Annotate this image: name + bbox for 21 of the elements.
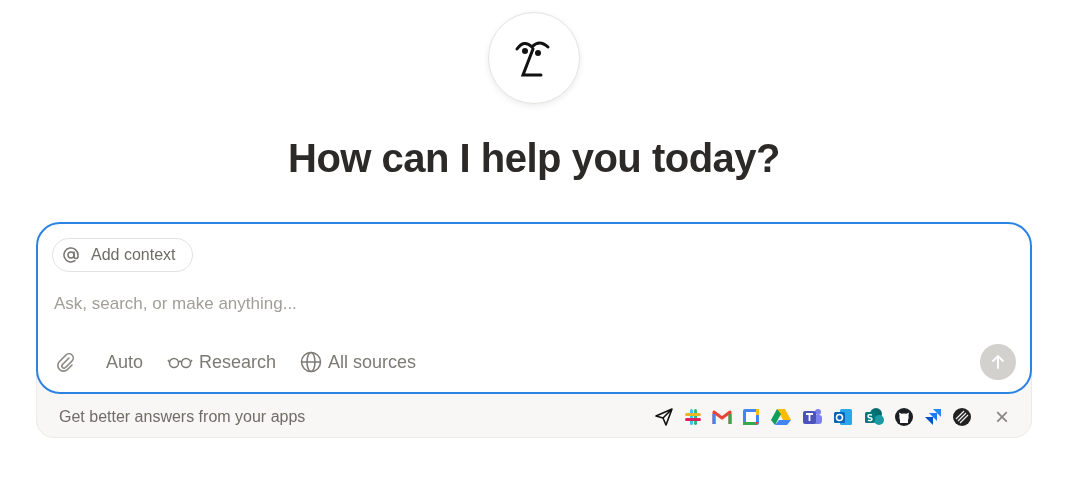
envelope-tile-icon bbox=[832, 407, 854, 427]
chevrons-icon bbox=[923, 407, 943, 427]
arrow-up-icon bbox=[990, 354, 1006, 370]
glasses-icon bbox=[167, 355, 194, 369]
hash-icon bbox=[683, 407, 703, 427]
at-sign-icon bbox=[63, 247, 79, 263]
paper-plane-icon bbox=[654, 407, 674, 427]
research-button[interactable]: Research bbox=[167, 349, 277, 375]
add-context-button[interactable]: Add context bbox=[52, 238, 193, 272]
apps-banner-text: Get better answers from your apps bbox=[59, 408, 306, 426]
greeting-heading: How can I help you today? bbox=[288, 135, 780, 182]
globe-icon bbox=[300, 351, 323, 373]
striped-circle-icon bbox=[952, 407, 972, 427]
paperclip-icon bbox=[56, 352, 76, 372]
people-tile-icon bbox=[801, 407, 823, 427]
circles-tile-icon bbox=[863, 407, 885, 427]
triangle-drive-icon bbox=[770, 407, 792, 427]
square-calendar-icon bbox=[741, 407, 761, 427]
mode-button[interactable]: Auto bbox=[106, 349, 144, 375]
sources-button[interactable]: All sources bbox=[300, 349, 417, 375]
close-button[interactable]: × bbox=[981, 405, 1009, 429]
